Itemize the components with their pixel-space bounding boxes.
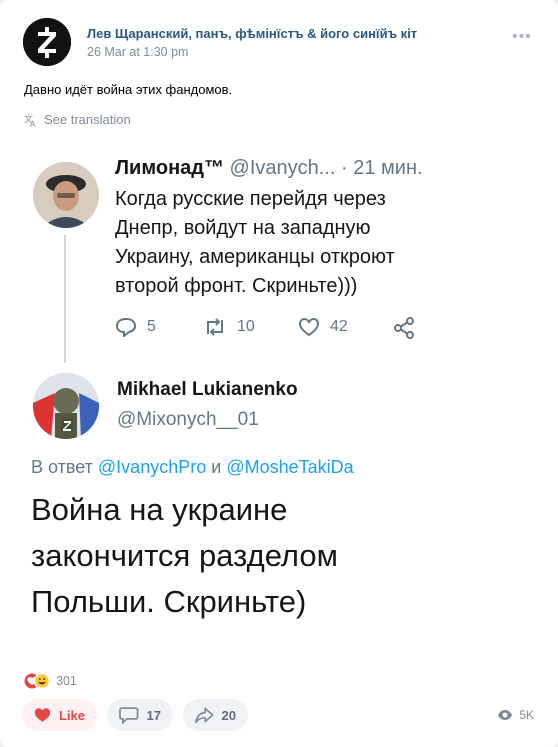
see-translation-label: See translation xyxy=(44,112,131,127)
eye-icon xyxy=(498,710,513,720)
tweet1-likes: 42 xyxy=(298,317,348,337)
reaction-emojis-icon xyxy=(24,673,50,689)
tweet1-likes-count: 42 xyxy=(330,318,348,335)
person-photo-icon xyxy=(33,162,99,228)
post-time[interactable]: 26 Mar at 1:30 pm xyxy=(87,45,188,59)
shares-count: 20 xyxy=(221,707,236,723)
tweet1-retweets-count: 10 xyxy=(237,318,255,335)
tweet1-handle-time: @Ivanych... · 21 мин. xyxy=(229,157,423,179)
tweet-screenshot-image[interactable]: Лимонад™ @Ivanych... · 21 мин. Когда рус… xyxy=(0,137,558,665)
views-counter: 5K xyxy=(497,708,534,722)
share-button[interactable]: 20 xyxy=(183,699,248,731)
like-label: Like xyxy=(58,707,85,723)
tweet1-retweets: 10 xyxy=(203,317,255,337)
retweet-icon xyxy=(207,318,223,336)
reply-and: и xyxy=(211,457,222,477)
post-text: Давно идёт война этих фандомов. xyxy=(24,82,233,97)
z-logo-icon xyxy=(23,18,71,66)
author-name[interactable]: Лев Щаранский, панъ, фѣмінїстъ & його си… xyxy=(87,26,417,41)
reply-prefix: В ответ xyxy=(31,457,93,477)
tweet1-body: Когда русские перейдя через Днепр, войду… xyxy=(115,188,395,297)
heart-icon xyxy=(34,708,51,722)
tweet2-avatar xyxy=(33,373,99,439)
tweet1-replies-count: 5 xyxy=(147,318,156,335)
views-count: 5K xyxy=(519,708,534,722)
thread-line xyxy=(64,235,66,363)
like-button[interactable]: Like xyxy=(22,699,97,731)
soldier-avatar-icon xyxy=(33,373,99,439)
comment-icon xyxy=(119,707,139,724)
reactions-summary[interactable]: 301 xyxy=(24,673,77,689)
share-arrow-icon xyxy=(195,707,214,724)
tweet1-share xyxy=(393,317,415,339)
tweet2-reply-to: В ответ @IvanychPro и @MosheTakiDa xyxy=(31,457,354,478)
comments-count: 17 xyxy=(146,707,161,723)
reply-user1: @IvanychPro xyxy=(97,457,207,477)
share-nodes-icon xyxy=(394,317,414,339)
tweet2-body: Война на украине закончится разделом Пол… xyxy=(31,492,338,619)
author-avatar[interactable] xyxy=(23,18,71,66)
tweet1-replies: 5 xyxy=(115,317,156,337)
tweet1-avatar xyxy=(33,162,99,228)
tweet2-name: Mikhael Lukianenko xyxy=(117,379,298,400)
tweet1-author: Лимонад™ @Ivanych... · 21 мин. xyxy=(115,157,423,180)
reply-icon xyxy=(115,317,137,337)
tweet2-handle: @Mixonych__01 xyxy=(117,409,259,430)
tweet1-actions: 5 10 42 xyxy=(115,317,425,341)
see-translation-link[interactable]: 文 A See translation xyxy=(24,112,131,127)
translate-icon: 文 A xyxy=(24,113,36,127)
svg-text:A: A xyxy=(30,120,36,127)
tweet1-name: Лимонад™ xyxy=(115,157,224,179)
reactions-count: 301 xyxy=(56,674,77,688)
comment-button[interactable]: 17 xyxy=(107,699,173,731)
heart-outline-icon xyxy=(298,317,320,337)
reply-user2: @MosheTakiDa xyxy=(226,457,354,477)
post-card: Лев Щаранский, панъ, фѣмінїстъ & його си… xyxy=(0,0,558,747)
more-dots-icon[interactable]: ••• xyxy=(512,28,532,46)
